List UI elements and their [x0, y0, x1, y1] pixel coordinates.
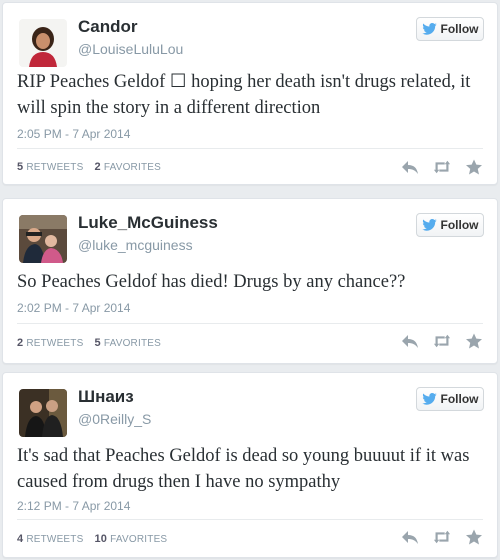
tweet-stats: 4 RETWEETS 10 FAVORITES [17, 533, 175, 545]
follow-label: Follow [440, 22, 479, 36]
retweet-count-label: RETWEETS [26, 162, 84, 173]
tweet-stats: 2 RETWEETS 5 FAVORITES [17, 337, 169, 349]
follow-button[interactable]: Follow [416, 213, 484, 237]
tweet-actions [401, 333, 483, 349]
avatar[interactable] [19, 215, 67, 263]
display-name[interactable]: Candor [78, 17, 138, 37]
tweet-actions [401, 159, 483, 175]
avatar[interactable] [19, 19, 67, 67]
retweet-count-label: RETWEETS [26, 534, 84, 545]
tweet-text: So Peaches Geldof has died! Drugs by any… [17, 272, 406, 292]
favorite-count-value: 10 [94, 533, 108, 545]
follow-label: Follow [440, 392, 479, 406]
retweet-count[interactable]: 2 RETWEETS [17, 337, 84, 349]
retweet-count-value: 4 [17, 533, 24, 545]
retweet-icon[interactable] [433, 159, 451, 175]
tweet-timestamp[interactable]: 2:12 PM - 7 Apr 2014 [17, 499, 130, 513]
favorite-count[interactable]: 10 FAVORITES [94, 533, 168, 545]
retweet-count[interactable]: 4 RETWEETS [17, 533, 84, 545]
star-icon[interactable] [465, 159, 483, 175]
favorite-count-value: 5 [94, 337, 101, 349]
favorite-count-label: FAVORITES [103, 162, 161, 173]
favorite-count-label: FAVORITES [103, 338, 161, 349]
tweet-text: It's sad that Peaches Geldof is dead so … [17, 446, 470, 492]
divider [17, 323, 483, 324]
retweet-count-label: RETWEETS [26, 338, 84, 349]
retweet-count-value: 2 [17, 337, 24, 349]
screen-name[interactable]: @0Reilly_S [78, 411, 151, 427]
twitter-bird-icon [421, 219, 437, 231]
twitter-bird-icon [421, 393, 437, 405]
star-icon[interactable] [465, 529, 483, 545]
display-name[interactable]: Шнаиз [78, 387, 134, 407]
screen-name[interactable]: @luke_mcguiness [78, 237, 193, 253]
tweet-text: RIP Peaches Geldof ☐ hoping her death is… [17, 72, 471, 118]
display-name[interactable]: Luke_McGuiness [78, 213, 218, 233]
tweet-actions [401, 529, 483, 545]
reply-icon[interactable] [401, 159, 419, 175]
retweet-icon[interactable] [433, 333, 451, 349]
tweet-card: Luke_McGuiness @luke_mcguiness Follow So… [2, 198, 498, 364]
screen-name[interactable]: @LouiseLuluLou [78, 41, 183, 57]
tweet-timestamp[interactable]: 2:02 PM - 7 Apr 2014 [17, 301, 130, 315]
reply-icon[interactable] [401, 333, 419, 349]
divider [17, 519, 483, 520]
follow-label: Follow [440, 218, 479, 232]
favorite-count[interactable]: 2 FAVORITES [94, 161, 161, 173]
favorite-count-value: 2 [94, 161, 101, 173]
avatar[interactable] [19, 389, 67, 437]
tweet-timestamp[interactable]: 2:05 PM - 7 Apr 2014 [17, 127, 130, 141]
follow-button[interactable]: Follow [416, 17, 484, 41]
follow-button[interactable]: Follow [416, 387, 484, 411]
retweet-icon[interactable] [433, 529, 451, 545]
tweet-card: Candor @LouiseLuluLou Follow RIP Peaches… [2, 2, 498, 185]
star-icon[interactable] [465, 333, 483, 349]
tweet-card: Шнаиз @0Reilly_S Follow It's sad that Pe… [2, 372, 498, 558]
twitter-bird-icon [421, 23, 437, 35]
tweet-stats: 5 RETWEETS 2 FAVORITES [17, 161, 169, 173]
favorite-count-label: FAVORITES [110, 534, 168, 545]
reply-icon[interactable] [401, 529, 419, 545]
retweet-count[interactable]: 5 RETWEETS [17, 161, 84, 173]
retweet-count-value: 5 [17, 161, 24, 173]
divider [17, 148, 483, 149]
favorite-count[interactable]: 5 FAVORITES [94, 337, 161, 349]
